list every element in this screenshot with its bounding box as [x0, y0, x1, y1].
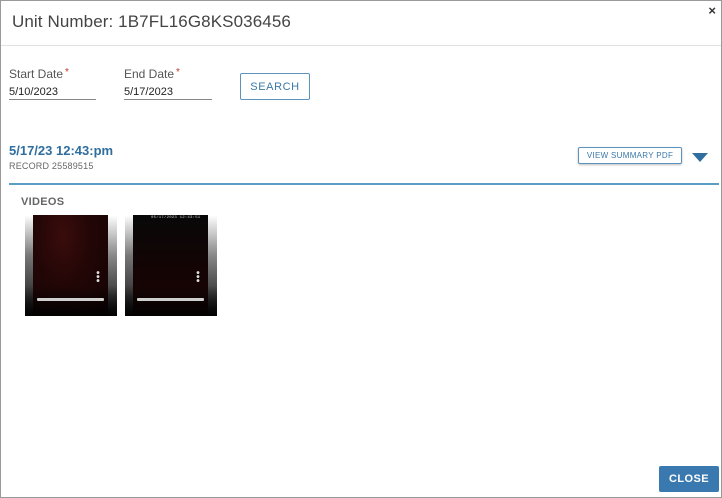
view-summary-pdf-button[interactable]: VIEW SUMMARY PDF	[578, 147, 682, 164]
video-overlay	[125, 286, 217, 316]
dialog-title: Unit Number: 1B7FL16G8KS036456	[12, 12, 291, 31]
record-number: RECORD 25589515	[9, 161, 94, 171]
video-progress-bar[interactable]	[37, 298, 104, 301]
videos-heading: VIDEOS	[21, 196, 65, 208]
video-progress-bar[interactable]	[137, 298, 204, 301]
required-marker: *	[65, 67, 69, 78]
dialog-header: Unit Number: 1B7FL16G8KS036456 ×	[1, 1, 721, 46]
video-overlay	[25, 286, 117, 316]
search-button[interactable]: SEARCH	[240, 73, 310, 100]
caret-down-icon[interactable]	[692, 153, 708, 162]
close-icon[interactable]: ×	[708, 4, 716, 18]
more-options-icon[interactable]: • • •	[95, 269, 101, 287]
unit-dialog: Unit Number: 1B7FL16G8KS036456 × Start D…	[0, 0, 722, 498]
record-divider	[9, 183, 719, 185]
more-options-icon[interactable]: • • •	[195, 269, 201, 287]
video-timestamp: 05/17/2023 12:43:51	[151, 216, 201, 220]
close-button[interactable]: CLOSE	[659, 466, 719, 492]
video-thumbnail[interactable]: 05/17/2023 12:43:51 • • •	[125, 215, 217, 316]
end-date-label-text: End Date	[124, 67, 175, 81]
end-date-input[interactable]	[124, 84, 212, 100]
end-date-label: End Date *	[124, 67, 180, 81]
required-marker: *	[176, 67, 180, 78]
start-date-label: Start Date *	[9, 67, 69, 81]
start-date-label-text: Start Date	[9, 67, 64, 81]
record-datetime[interactable]: 5/17/23 12:43:pm	[9, 143, 113, 158]
start-date-input[interactable]	[9, 84, 96, 100]
video-thumbnail[interactable]: • • •	[25, 215, 117, 316]
